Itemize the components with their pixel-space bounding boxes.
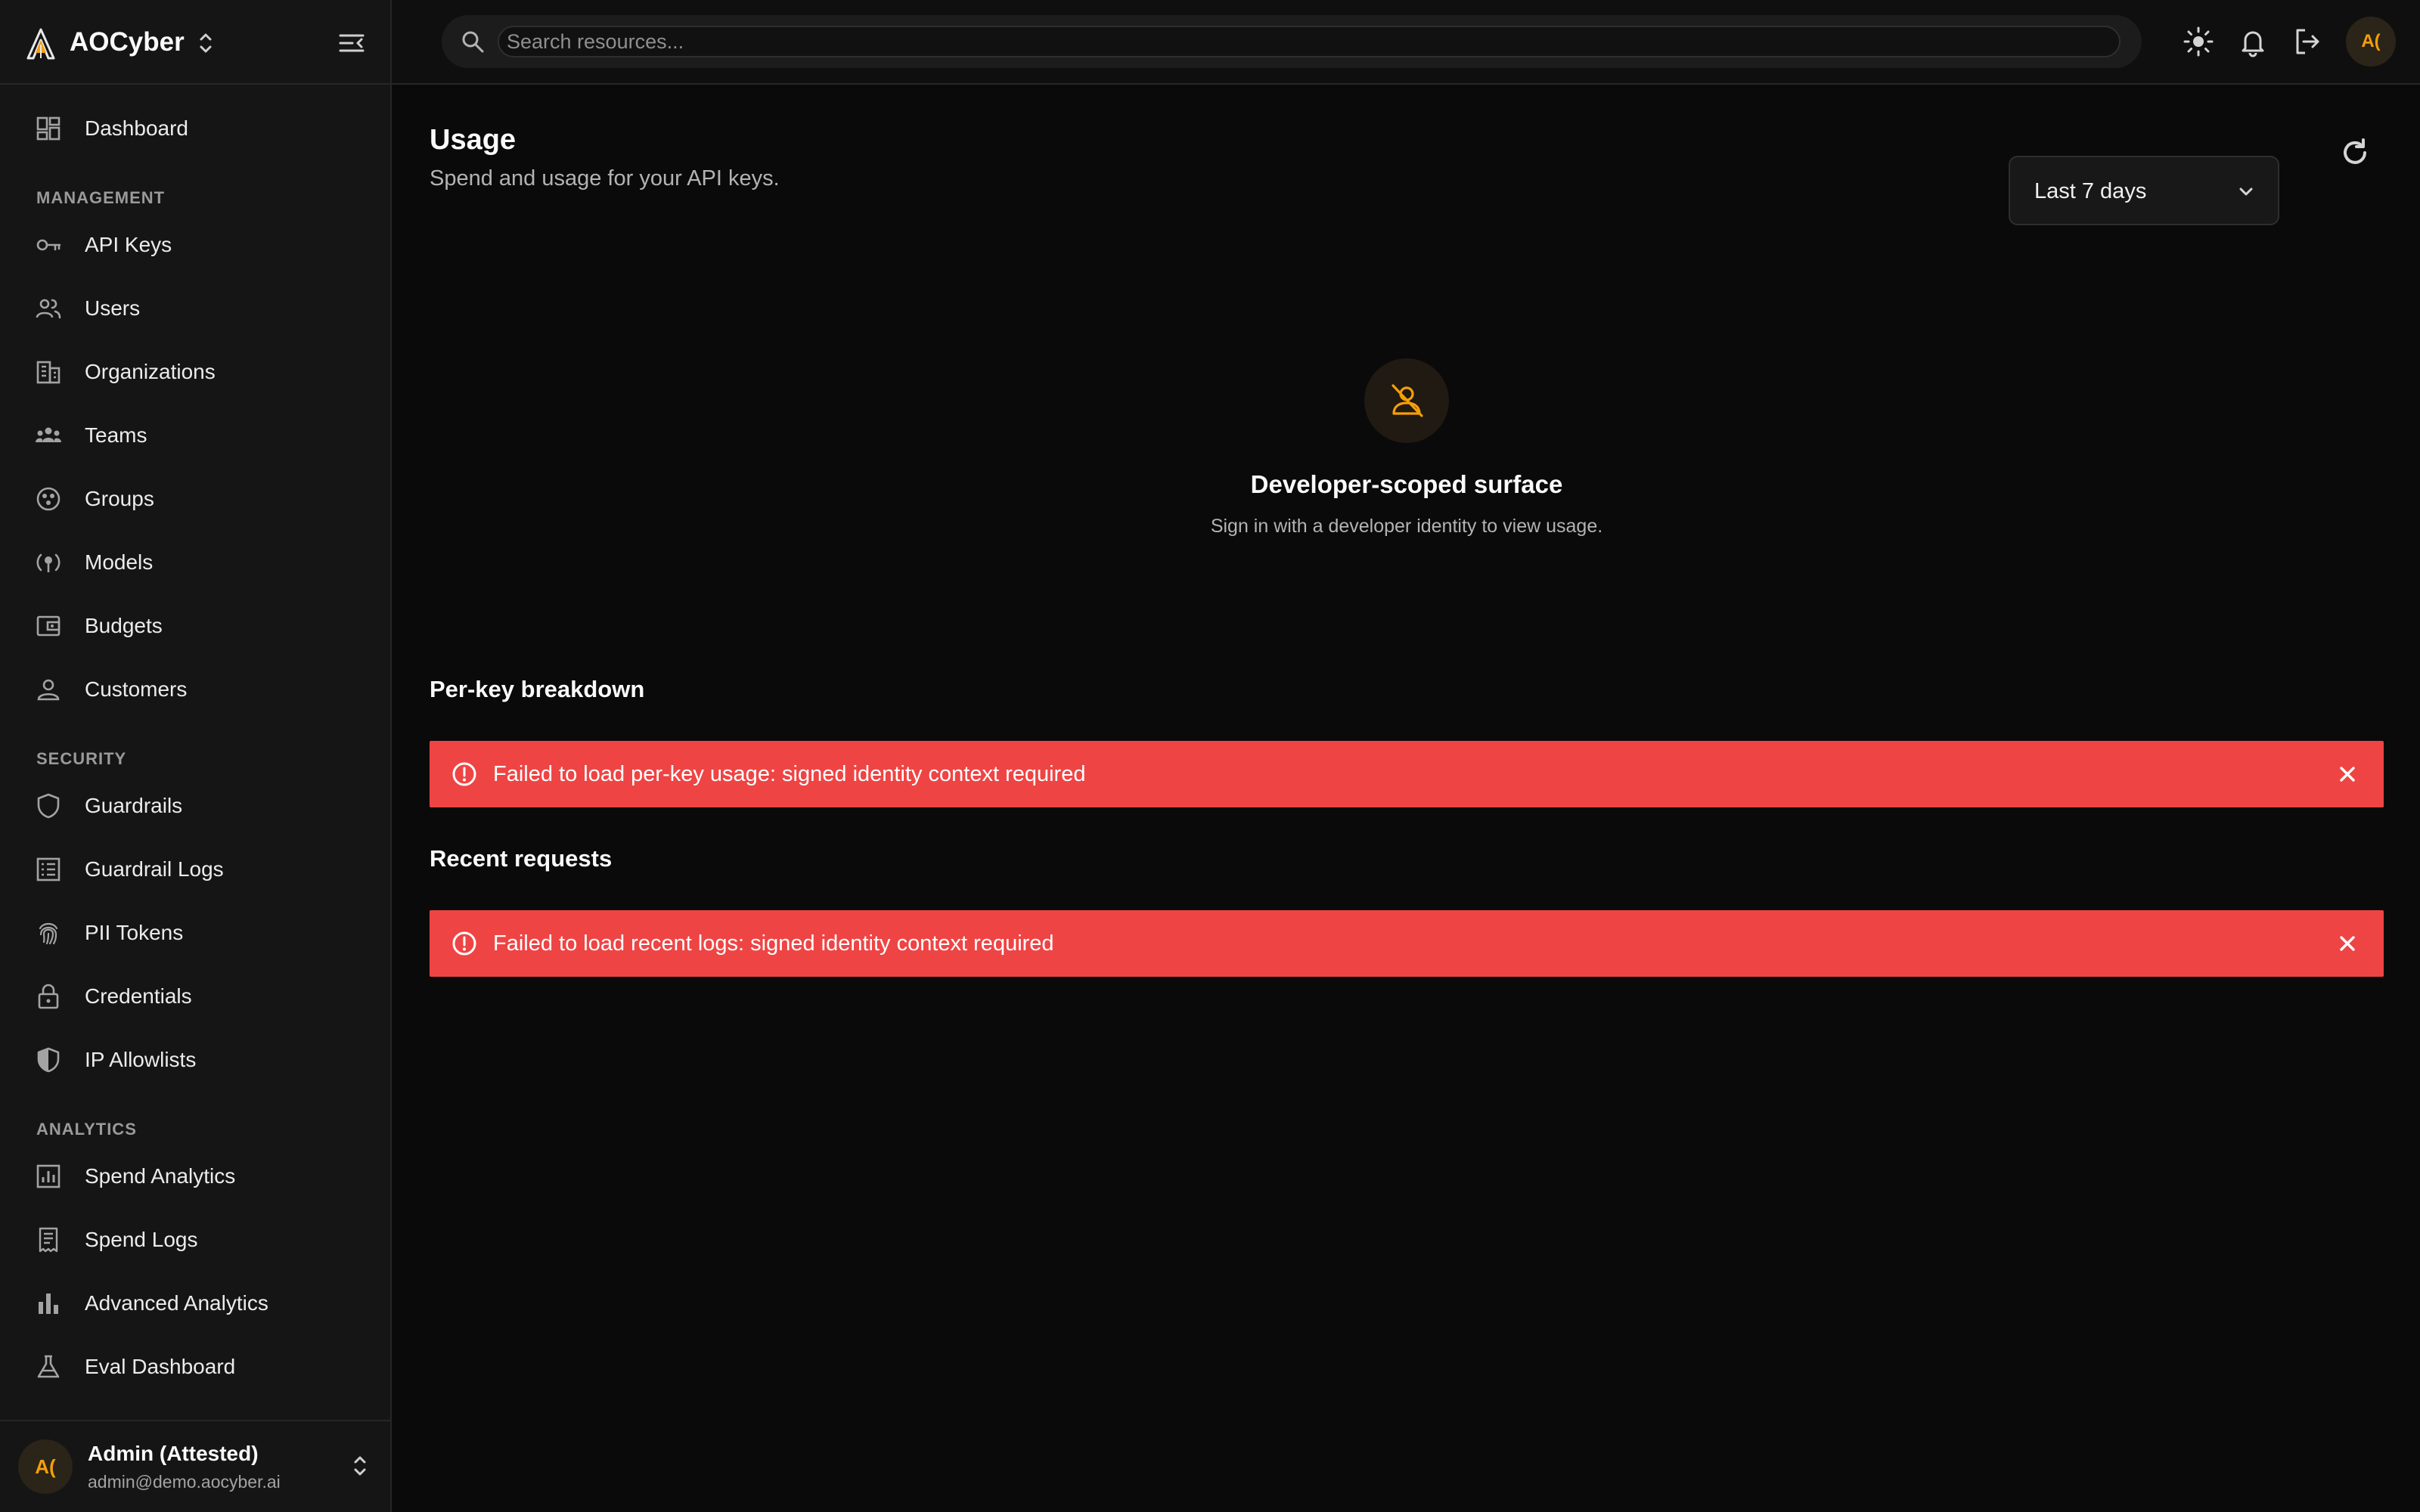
sidebar-item-spend-logs[interactable]: Spend Logs: [18, 1213, 372, 1267]
section-label-analytics: ANALYTICS: [36, 1120, 137, 1139]
sidebar-item-label: API Keys: [85, 233, 172, 256]
avatar[interactable]: A(: [2346, 17, 2396, 67]
sidebar-item-models[interactable]: Models: [18, 535, 372, 590]
logout-icon[interactable]: [2291, 26, 2323, 57]
sidebar-item-label: Dashboard: [85, 116, 188, 140]
brand-name: AOCyber: [70, 27, 185, 57]
chevron-down-icon: [2239, 187, 2253, 196]
sidebar-item-pii-tokens[interactable]: PII Tokens: [18, 906, 372, 960]
shield-icon: [37, 793, 60, 819]
sidebar-item-label: Teams: [85, 423, 147, 447]
receipt-icon: [39, 1227, 58, 1253]
sidebar-item-guardrail-logs[interactable]: Guardrail Logs: [18, 842, 372, 897]
page-subtitle: Spend and usage for your API keys.: [430, 166, 780, 191]
list-icon: [36, 857, 60, 881]
sidebar-item-dashboard[interactable]: Dashboard: [18, 101, 372, 156]
page-title: Usage: [430, 124, 517, 156]
sidebar-item-label: Credentials: [85, 984, 192, 1008]
date-range-value: Last 7 days: [2034, 179, 2147, 203]
sidebar-item-groups[interactable]: Groups: [18, 472, 372, 526]
refresh-icon[interactable]: [2337, 135, 2373, 171]
bell-icon[interactable]: [2237, 26, 2269, 57]
sidebar-item-eval-dashboard[interactable]: Eval Dashboard: [18, 1340, 372, 1394]
users-icon: [36, 299, 61, 319]
user-off-icon: [1392, 384, 1423, 417]
team-icon: [36, 427, 61, 442]
alert-circle-icon: [452, 762, 476, 786]
date-range-select[interactable]: Last 7 days: [2009, 156, 2279, 225]
sidebar-item-label: IP Allowlists: [85, 1048, 197, 1071]
per-key-error-alert: Failed to load per-key usage: signed ide…: [430, 741, 2384, 807]
sidebar-item-label: PII Tokens: [85, 921, 184, 944]
avatar: A(: [18, 1439, 73, 1494]
key-icon: [36, 239, 61, 251]
fingerprint-icon: [39, 922, 58, 945]
topbar: A(: [392, 0, 2420, 85]
sidebar-item-users[interactable]: Users: [18, 281, 372, 336]
user-card[interactable]: A( Admin (Attested) admin@demo.aocyber.a…: [0, 1420, 390, 1512]
sidebar-item-customers[interactable]: Customers: [18, 662, 372, 717]
sidebar-item-label: Groups: [85, 487, 154, 510]
sidebar-item-organizations[interactable]: Organizations: [18, 345, 372, 399]
flask-icon: [37, 1355, 60, 1378]
user-email: admin@demo.aocyber.ai: [88, 1472, 281, 1492]
models-icon: [36, 553, 60, 572]
sidebar-item-label: Models: [85, 550, 154, 574]
alert-circle-icon: [452, 931, 476, 956]
search-icon: [462, 31, 484, 53]
brand-header: AOCyber: [0, 0, 390, 85]
sidebar-item-label: Guardrail Logs: [85, 857, 224, 881]
sidebar-item-label: Users: [85, 296, 141, 320]
building-icon: [36, 361, 60, 384]
recent-error-alert: Failed to load recent logs: signed ident…: [430, 910, 2384, 977]
shield-half-icon: [37, 1047, 60, 1073]
collapse-sidebar-icon[interactable]: [336, 27, 368, 59]
empty-state-title: Developer-scoped surface: [1250, 470, 1563, 498]
sidebar-item-label: Budgets: [85, 614, 163, 637]
sidebar-item-spend-analytics[interactable]: Spend Analytics: [18, 1149, 372, 1204]
aocyber-logo-icon: [26, 28, 55, 60]
section-label-management: MANAGEMENT: [36, 188, 166, 207]
sidebar-item-label: Organizations: [85, 360, 216, 383]
person-icon: [37, 679, 60, 701]
analytics-icon: [36, 1164, 60, 1188]
close-icon[interactable]: [2332, 759, 2363, 789]
recent-requests-title: Recent requests: [430, 845, 613, 872]
alert-message: Failed to load per-key usage: signed ide…: [493, 762, 1086, 786]
sidebar-item-guardrails[interactable]: Guardrails: [18, 779, 372, 833]
sun-icon[interactable]: [2183, 26, 2214, 57]
sidebar-item-ip-allowlists[interactable]: IP Allowlists: [18, 1033, 372, 1087]
lock-icon: [38, 984, 59, 1009]
sidebar-item-label: Customers: [85, 677, 188, 701]
sidebar-item-budgets[interactable]: Budgets: [18, 599, 372, 653]
close-icon[interactable]: [2332, 928, 2363, 959]
groups-icon: [36, 487, 60, 511]
alert-message: Failed to load recent logs: signed ident…: [493, 931, 1054, 956]
dashboard-icon: [36, 116, 60, 141]
sidebar: AOCyber Dashboard MANAGEMENT API Keys Us…: [0, 0, 392, 1512]
bar-chart-icon: [39, 1294, 58, 1314]
sidebar-nav: Dashboard MANAGEMENT API Keys Users Orga…: [0, 85, 390, 1420]
chevron-up-down-icon[interactable]: [349, 1453, 371, 1479]
section-label-security: SECURITY: [36, 749, 127, 768]
sidebar-item-label: Eval Dashboard: [85, 1355, 236, 1378]
per-key-title: Per-key breakdown: [430, 676, 645, 702]
main-content: Usage Spend and usage for your API keys.…: [392, 85, 2420, 1512]
empty-state-text: Sign in with a developer identity to vie…: [1210, 516, 1603, 537]
sidebar-item-label: Advanced Analytics: [85, 1291, 268, 1315]
sidebar-item-advanced-analytics[interactable]: Advanced Analytics: [18, 1276, 372, 1331]
sidebar-item-api-keys[interactable]: API Keys: [18, 218, 372, 272]
sidebar-item-label: Guardrails: [85, 794, 183, 817]
user-name: Admin (Attested): [88, 1442, 259, 1465]
wallet-icon: [36, 615, 60, 637]
sidebar-item-credentials[interactable]: Credentials: [18, 969, 372, 1024]
chevron-up-down-icon[interactable]: [195, 30, 216, 56]
sidebar-item-teams[interactable]: Teams: [18, 408, 372, 463]
empty-state-badge: [1364, 358, 1449, 443]
search-input[interactable]: [498, 26, 2121, 57]
search-bar: [442, 15, 2142, 68]
sidebar-item-label: Spend Logs: [85, 1228, 198, 1251]
sidebar-item-label: Spend Analytics: [85, 1164, 236, 1188]
